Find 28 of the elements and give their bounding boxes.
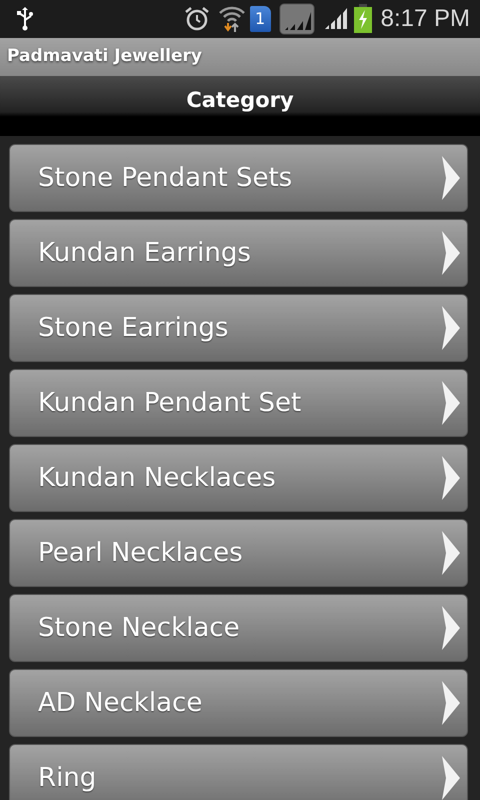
sim-card-icon: 1 <box>250 6 271 32</box>
alarm-clock-icon <box>184 6 210 32</box>
screen-title: Category <box>186 88 294 114</box>
category-item[interactable]: Kundan Pendant Set <box>9 369 468 437</box>
category-item[interactable]: Stone Necklace <box>9 594 468 662</box>
chevron-right-icon <box>441 230 461 276</box>
chevron-right-icon <box>441 530 461 576</box>
signal-icon <box>278 3 315 35</box>
chevron-right-icon <box>441 455 461 501</box>
chevron-right-icon <box>441 755 461 800</box>
category-item[interactable]: Pearl Necklaces <box>9 519 468 587</box>
category-item[interactable]: Ring <box>9 744 468 800</box>
chevron-right-icon <box>441 305 461 351</box>
wifi-icon <box>218 5 246 33</box>
chevron-right-icon <box>441 605 461 651</box>
chevron-right-icon <box>441 155 461 201</box>
battery-charging-icon <box>352 4 373 34</box>
signal-icon <box>322 7 349 31</box>
category-item[interactable]: Stone Pendant Sets <box>9 144 468 212</box>
chevron-right-icon <box>441 680 461 726</box>
category-item[interactable]: Kundan Necklaces <box>9 444 468 512</box>
category-item[interactable]: AD Necklace <box>9 669 468 737</box>
category-item[interactable]: Kundan Earrings <box>9 219 468 287</box>
usb-icon <box>16 7 34 31</box>
chevron-right-icon <box>441 380 461 426</box>
clock-time: 8:17 PM <box>380 7 470 31</box>
category-item[interactable]: Stone Earrings <box>9 294 468 362</box>
app-title: Padmavati Jewellery <box>7 45 202 68</box>
